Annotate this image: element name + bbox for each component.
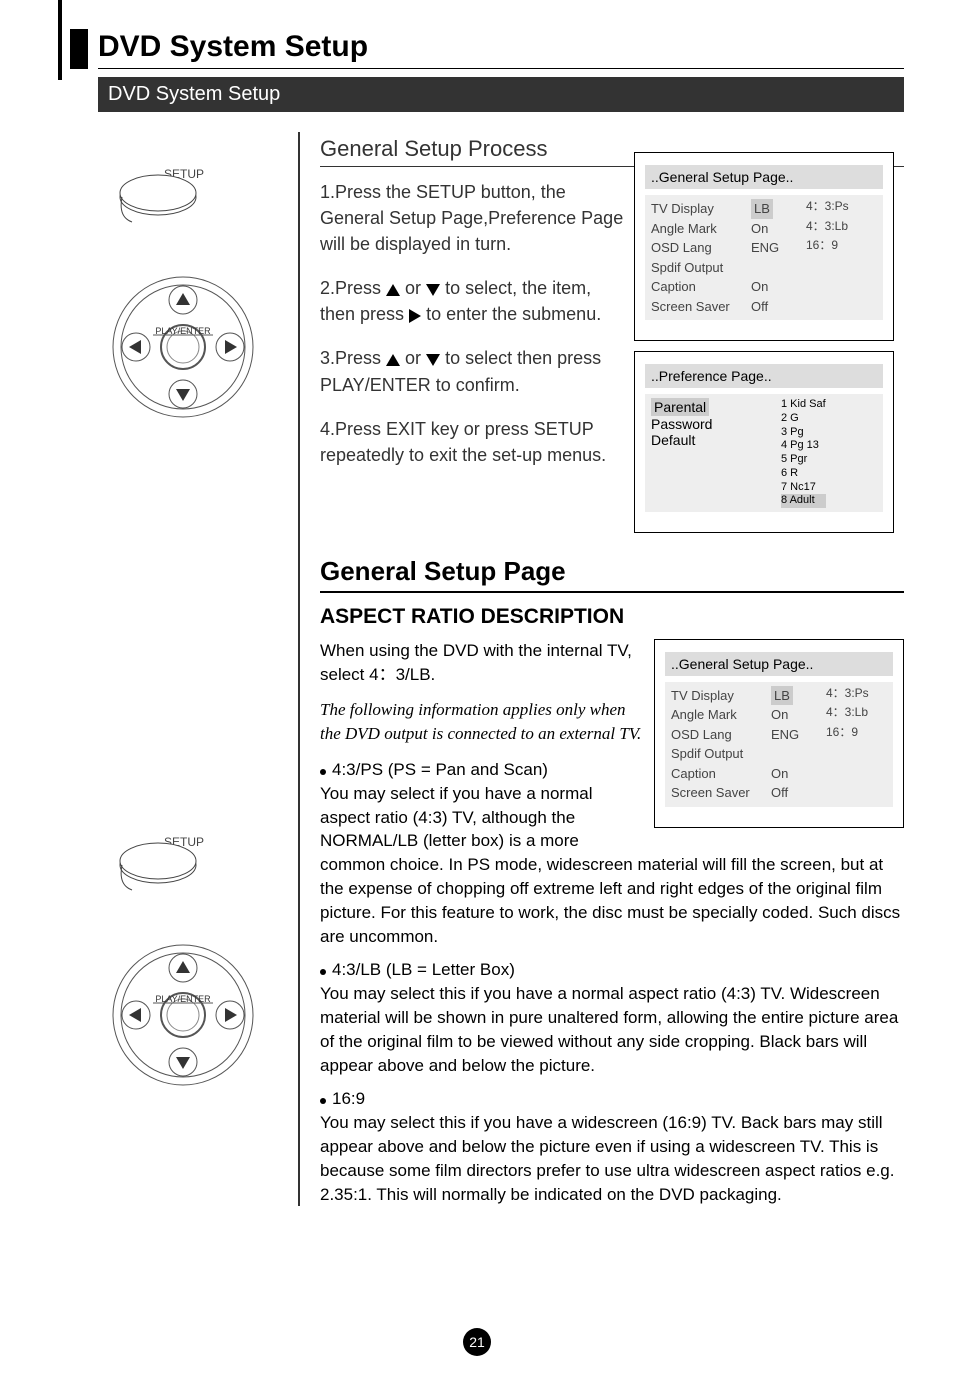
osd-side	[806, 297, 877, 317]
osd-side: 4：3:Lb	[826, 705, 887, 725]
osd-label: OSD Lang	[671, 725, 771, 745]
setup-button-icon: SETUP	[98, 162, 298, 232]
osd-label: Screen Saver	[651, 297, 751, 317]
osd-val: ENG	[771, 725, 826, 745]
step3-part-a: 3.Press	[320, 348, 386, 368]
bullet-dot-icon	[320, 969, 326, 975]
osd-label: TV Display	[671, 686, 771, 706]
osd-item: 2 G	[781, 412, 826, 426]
osd-label: Screen Saver	[671, 783, 771, 803]
bullet-3: 16:9	[320, 1087, 904, 1111]
osd-label: Angle Mark	[651, 219, 751, 239]
bullet-3-text: You may select this if you have a widesc…	[320, 1111, 904, 1206]
osd-item: Parental	[651, 398, 709, 416]
page-number: 21	[463, 1328, 491, 1356]
osd-header: ..Preference Page..	[645, 364, 883, 388]
step3-part-b: or	[405, 348, 426, 368]
osd-val: LB	[751, 199, 773, 219]
osd-item: 1 Kid Saf	[781, 398, 826, 412]
osd-side: 16：9	[806, 238, 877, 258]
osd-label: OSD Lang	[651, 238, 751, 258]
osd-header: ..General Setup Page..	[665, 652, 893, 676]
osd-val: On	[771, 764, 826, 784]
osd-val: On	[771, 705, 826, 725]
osd-side	[806, 277, 877, 297]
page-subtitle: DVD System Setup	[98, 77, 904, 112]
osd-val: On	[751, 219, 806, 239]
osd-item: 7 Nc17	[781, 481, 826, 495]
step-4: 4.Press EXIT key or press SETUP repeated…	[320, 416, 630, 468]
bullet-2-text: You may select this if you have a normal…	[320, 982, 904, 1077]
up-arrow-icon	[386, 354, 400, 366]
step2-part-b: or	[405, 278, 426, 298]
page-title: DVD System Setup	[98, 30, 904, 69]
osd-row: Caption On	[651, 277, 877, 297]
osd-side: 4：3:Ps	[806, 199, 877, 219]
osd-val: Off	[751, 297, 806, 317]
osd-val: On	[751, 277, 806, 297]
osd-item: 8 Adult	[781, 494, 826, 508]
osd-label: TV Display	[651, 199, 751, 219]
bullet-dot-icon	[320, 1098, 326, 1104]
setup-button-icon: SETUP	[98, 830, 298, 900]
osd-row: Screen Saver Off	[651, 297, 877, 317]
osd-item: 6 R	[781, 467, 826, 481]
osd-item: 3 Pg	[781, 426, 826, 440]
osd-row: Spdif Output	[651, 258, 877, 278]
osd-side	[826, 783, 887, 803]
osd-label: Caption	[671, 764, 771, 784]
down-arrow-icon	[426, 284, 440, 296]
osd-row: OSD Lang ENG 16：9	[651, 238, 877, 258]
gsp-title: General Setup Page	[320, 556, 904, 593]
osd-preference: ..Preference Page.. Parental Password De…	[634, 351, 894, 533]
dpad-icon: PLAY/ENTER	[98, 262, 298, 432]
bullet-dot-icon	[320, 769, 326, 775]
step-1: 1.Press the SETUP button, the General Se…	[320, 179, 630, 257]
bullet-3-label: 16:9	[332, 1087, 365, 1111]
osd-header: ..General Setup Page..	[645, 165, 883, 189]
bullet-2: 4:3/LB (LB = Letter Box)	[320, 958, 904, 982]
right-arrow-icon	[409, 309, 421, 323]
osd-val: Off	[771, 783, 826, 803]
osd-row: Angle Mark On 4：3:Lb	[651, 219, 877, 239]
osd-item: 4 Pg 13	[781, 439, 826, 453]
step-3: 3.Press or to select then press PLAY/ENT…	[320, 345, 630, 397]
osd-label: Angle Mark	[671, 705, 771, 725]
dpad-icon: PLAY/ENTER	[98, 930, 298, 1100]
osd-val: ENG	[751, 238, 806, 258]
bullet-1: 4:3/PS (PS = Pan and Scan)	[320, 758, 644, 782]
title-marker	[70, 29, 88, 69]
step2-part-a: 2.Press	[320, 278, 386, 298]
osd-side: 4：3:Lb	[806, 219, 877, 239]
gsp-subtitle: ASPECT RATIO DESCRIPTION	[320, 605, 904, 629]
title-accent-bar	[58, 0, 62, 80]
osd-item: 5 Pgr	[781, 453, 826, 467]
osd-side	[826, 764, 887, 784]
osd-side	[806, 258, 877, 278]
osd-general-setup: ..General Setup Page.. TV Display LB 4：3…	[634, 152, 894, 341]
osd-label: Caption	[651, 277, 751, 297]
osd-val	[751, 258, 806, 278]
bullet-2-label: 4:3/LB (LB = Letter Box)	[332, 958, 515, 982]
down-arrow-icon	[426, 354, 440, 366]
osd-val	[771, 744, 826, 764]
osd-side	[826, 744, 887, 764]
osd-item: Password	[651, 416, 781, 432]
osd-label: Spdif Output	[671, 744, 771, 764]
osd-val: LB	[771, 686, 793, 706]
osd-row: TV Display LB 4：3:Ps	[651, 199, 877, 219]
osd-label: Spdif Output	[651, 258, 751, 278]
up-arrow-icon	[386, 284, 400, 296]
page-number-value: 21	[463, 1328, 491, 1356]
step-2: 2.Press or to select, the item, then pre…	[320, 275, 630, 327]
osd-side: 16：9	[826, 725, 887, 745]
osd-side: 4：3:Ps	[826, 686, 887, 706]
bullet-1-label: 4:3/PS (PS = Pan and Scan)	[332, 758, 548, 782]
step2-part-d: to enter the submenu.	[426, 304, 601, 324]
osd-item: Default	[651, 432, 781, 448]
osd-general-setup-2: ..General Setup Page.. TV DisplayLB 4：3:P…	[654, 639, 904, 828]
